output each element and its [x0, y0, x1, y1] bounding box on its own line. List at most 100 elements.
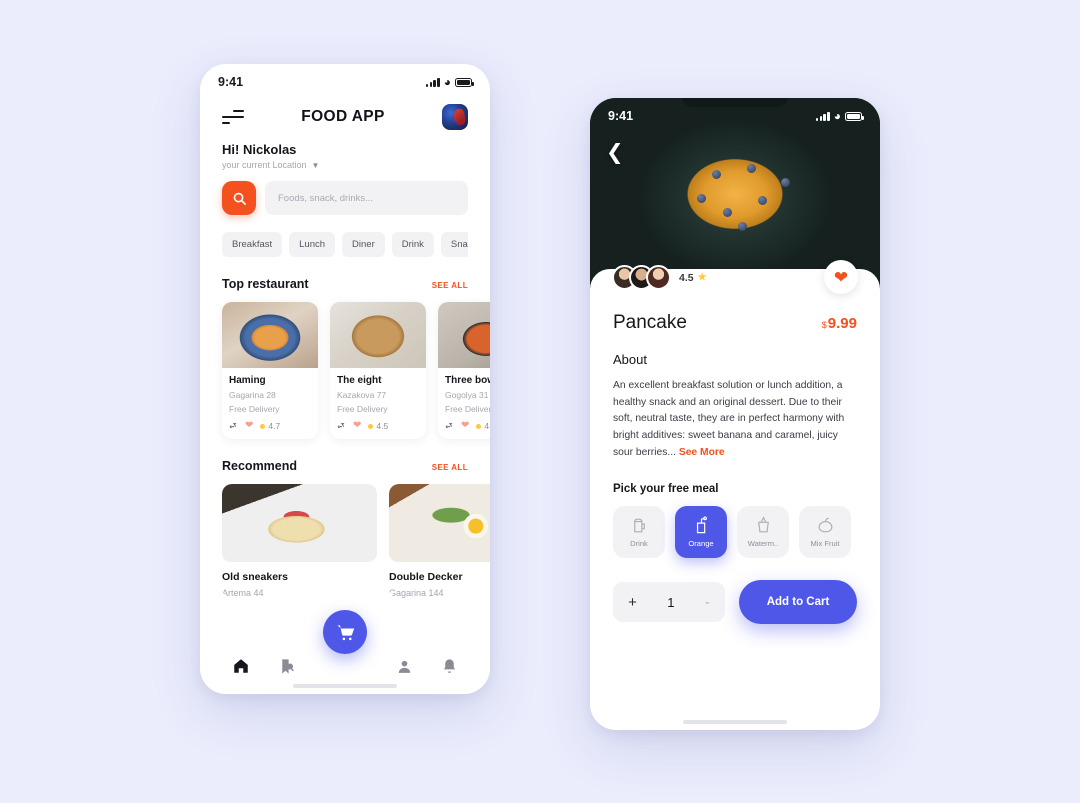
- section-title: Recommend: [222, 459, 298, 473]
- recommend-address: Artema 44: [222, 588, 264, 598]
- increment-button[interactable]: +: [628, 594, 637, 611]
- meal-option-drink[interactable]: Drink: [613, 506, 665, 559]
- star-icon: ★: [697, 272, 707, 283]
- search-button[interactable]: [222, 181, 256, 215]
- restaurant-address: Gogolya 31: [445, 390, 489, 400]
- delivery-label: Free Delivery: [445, 404, 490, 414]
- section-title: Top restaurant: [222, 277, 309, 291]
- restaurant-name: Three bowls: [445, 375, 490, 386]
- status-icons: ◕: [425, 76, 474, 88]
- cart-fab-button[interactable]: [323, 610, 367, 654]
- phone-notch: [681, 98, 789, 107]
- rating-value: 4.7: [268, 421, 281, 431]
- restaurant-photo: [438, 302, 490, 368]
- recommend-photo: [389, 484, 490, 562]
- tab-bookmark[interactable]: [278, 658, 295, 675]
- search-row: Foods, snack, drinks...: [222, 181, 468, 215]
- wifi-icon: ◕: [833, 109, 841, 123]
- star-icon: [260, 423, 266, 429]
- top-restaurant-list: Haming Gagarina 28 Free Delivery ❤ 4.7 T…: [222, 302, 490, 439]
- category-chip[interactable]: Lunch: [289, 232, 336, 257]
- recommend-photo: [222, 484, 377, 562]
- status-time: 9:41: [218, 75, 244, 89]
- beer-mug-icon: [633, 518, 645, 533]
- home-content: FOOD APP Hi! Nickolas your current Locat…: [200, 100, 490, 694]
- add-to-cart-button[interactable]: Add to Cart: [739, 580, 857, 625]
- search-icon: [233, 192, 246, 205]
- rating-value: 4.6: [484, 421, 490, 431]
- location-label: your current Location: [222, 160, 307, 170]
- tab-home[interactable]: [232, 657, 250, 675]
- status-icons: ◕: [815, 109, 864, 123]
- restaurant-card[interactable]: The eight Kazakova 77 Free Delivery ❤ 4.…: [330, 302, 426, 439]
- meal-label: Drink: [630, 539, 648, 549]
- meal-label: Waterm..: [747, 539, 779, 549]
- heart-icon: ❤: [353, 420, 362, 431]
- pick-meal-title: Pick your free meal: [613, 483, 719, 496]
- restaurant-address: Gagarina 28: [229, 390, 276, 400]
- restaurant-card[interactable]: Haming Gagarina 28 Free Delivery ❤ 4.7: [222, 302, 318, 439]
- rating-value: 4.5: [679, 271, 694, 284]
- category-chip[interactable]: Drink: [391, 232, 434, 257]
- recommend-card[interactable]: Double Decker Gagarina 144: [389, 484, 490, 598]
- meal-option-mixfruit[interactable]: Mix Fruit: [799, 506, 851, 559]
- favorite-button[interactable]: ❤: [824, 260, 858, 294]
- currency-symbol: $: [821, 320, 827, 330]
- restaurant-name: The eight: [337, 375, 382, 386]
- meal-option-watermelon[interactable]: Waterm..: [737, 506, 789, 559]
- hero-rating: 4.5 ★: [679, 272, 707, 284]
- delivery-label: Free Delivery: [337, 404, 388, 414]
- category-chip[interactable]: Snack: [440, 232, 468, 257]
- user-avatar[interactable]: [441, 104, 468, 130]
- restaurant-meta: ❤ 4.6: [445, 421, 490, 431]
- battery-icon: [455, 78, 474, 87]
- watermelon-cup-icon: [757, 516, 769, 533]
- page-title: FOOD APP: [301, 108, 385, 125]
- home-indicator: [293, 684, 397, 688]
- meal-option-orange[interactable]: Orange: [675, 506, 727, 559]
- back-button[interactable]: ❮: [606, 142, 624, 163]
- chevron-down-icon: ▼: [311, 160, 320, 170]
- scooter-icon: [445, 423, 453, 428]
- restaurant-info: Three bowls Gogolya 31 Free Delivery ❤ 4…: [438, 368, 490, 439]
- star-icon: [476, 423, 482, 429]
- status-bar-home: 9:41 ◕: [200, 64, 490, 94]
- recommend-list: Old sneakers Artema 44 Double Decker Gag…: [222, 484, 490, 598]
- category-chip[interactable]: Diner: [342, 232, 385, 257]
- shopping-cart-icon: [337, 624, 354, 640]
- see-all-link[interactable]: SEE ALL: [432, 281, 468, 290]
- hamburger-menu-icon[interactable]: [222, 109, 244, 125]
- restaurant-address: Kazakova 77: [337, 390, 387, 400]
- restaurant-card[interactable]: Three bowls Gogolya 31 Free Delivery ❤ 4…: [438, 302, 490, 439]
- bell-icon: [443, 658, 456, 673]
- see-all-link[interactable]: SEE ALL: [432, 463, 468, 472]
- restaurant-photo: [330, 302, 426, 368]
- phone-detail-screen: 9:41 ◕ ❮ 4.5 ★ ❤ Pancake $9.99 About An …: [590, 98, 880, 730]
- tab-notifications[interactable]: [441, 658, 458, 675]
- app-header: FOOD APP: [222, 100, 468, 134]
- recommend-address: Gagarina 144: [389, 588, 444, 598]
- search-input[interactable]: Foods, snack, drinks...: [265, 181, 468, 215]
- star-icon: [368, 423, 374, 429]
- scooter-icon: [229, 423, 237, 428]
- reviewer-avatars-group[interactable]: 4.5 ★: [612, 265, 707, 290]
- free-meal-options: Drink Orange Waterm.. Mix Fruit: [613, 506, 857, 559]
- category-chips: Breakfast Lunch Diner Drink Snack: [222, 232, 468, 257]
- tab-profile[interactable]: [396, 658, 413, 675]
- detail-actions: + 1 - Add to Cart: [613, 580, 857, 625]
- recommend-card[interactable]: Old sneakers Artema 44: [222, 484, 377, 598]
- top-restaurant-header: Top restaurant SEE ALL: [222, 277, 468, 291]
- about-title: About: [613, 352, 647, 367]
- about-text-block: An excellent breakfast solution or lunch…: [613, 378, 857, 461]
- recommend-name: Old sneakers: [222, 571, 288, 583]
- heart-icon: ❤: [461, 420, 470, 431]
- decrement-button[interactable]: -: [705, 594, 710, 611]
- location-selector[interactable]: your current Location ▼: [222, 160, 468, 170]
- product-price: $9.99: [822, 315, 857, 332]
- quantity-value: 1: [667, 594, 675, 610]
- category-chip[interactable]: Breakfast: [222, 232, 283, 257]
- see-more-link[interactable]: See More: [679, 447, 725, 458]
- quantity-stepper[interactable]: + 1 -: [613, 582, 725, 623]
- restaurant-name: Haming: [229, 375, 266, 386]
- heart-icon: ❤: [245, 420, 254, 431]
